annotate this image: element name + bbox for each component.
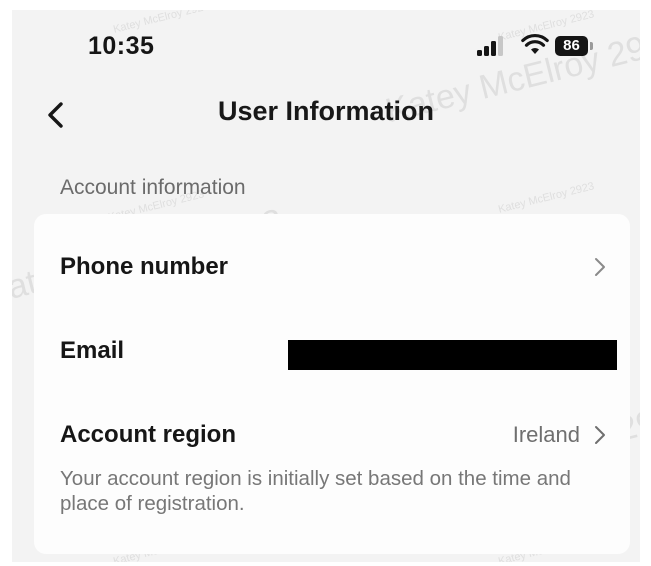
account-region-value: Ireland [512, 422, 580, 447]
page-title: User Information [217, 96, 435, 126]
phone-screen: Katey McElroy 2923 Katey McElroy 2923 Ka… [12, 10, 640, 562]
wifi-icon [521, 33, 549, 54]
phone-number-label: Phone number [60, 253, 229, 280]
battery-level: 86 [555, 36, 588, 56]
status-bar: 10:35 86 [12, 10, 640, 70]
cellular-signal-icon [477, 36, 509, 56]
watermark: Katey McElroy 2923 [497, 180, 596, 216]
section-header-account-information: Account information [60, 176, 246, 199]
account-region-note: Your account region is initially set bas… [60, 467, 571, 515]
chevron-right-icon [595, 426, 605, 444]
account-region-label: Account region [60, 421, 237, 448]
email-value-redacted [288, 340, 617, 370]
status-time: 10:35 [88, 32, 155, 60]
phone-number-row[interactable]: Phone number [34, 232, 630, 302]
battery-icon: 86 [555, 36, 595, 56]
account-info-card: Phone number Email Account region Irelan… [34, 214, 630, 554]
account-region-row[interactable]: Account region Ireland [34, 400, 630, 470]
email-label: Email [60, 337, 125, 364]
chevron-right-icon [595, 258, 605, 276]
